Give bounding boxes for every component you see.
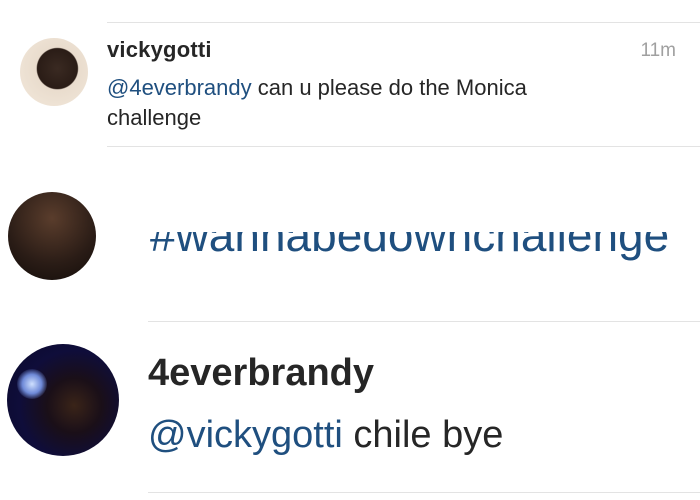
comment-text: @vickygotti chile bye [148, 414, 503, 457]
comment-text: @4everbrandy can u please do the Monica … [107, 73, 627, 133]
divider [107, 146, 700, 147]
username[interactable]: vickygotti [107, 37, 212, 63]
mention-link[interactable]: @4everbrandy [107, 75, 252, 100]
username[interactable]: 4everbrandy [148, 352, 374, 395]
avatar[interactable] [8, 192, 96, 280]
avatar[interactable] [7, 344, 119, 456]
partial-comment: #wannabedownchallenge [150, 232, 700, 276]
microphone-icon [17, 369, 47, 399]
avatar[interactable] [20, 38, 88, 106]
comment-panel-top: vickygotti 11m @4everbrandy can u please… [0, 0, 700, 232]
screenshot-collage: vickygotti 11m @4everbrandy can u please… [0, 0, 700, 500]
hashtag-link[interactable]: #wannabedownchallenge [150, 232, 669, 262]
divider [148, 492, 700, 493]
timestamp: 11m [640, 40, 676, 61]
comment-body: chile bye [342, 414, 504, 456]
divider [148, 321, 700, 322]
divider [107, 22, 700, 23]
comment-panel-bottom: #wannabedownchallenge 4everbrandy @vicky… [0, 192, 700, 500]
mention-link[interactable]: @vickygotti [148, 414, 343, 456]
